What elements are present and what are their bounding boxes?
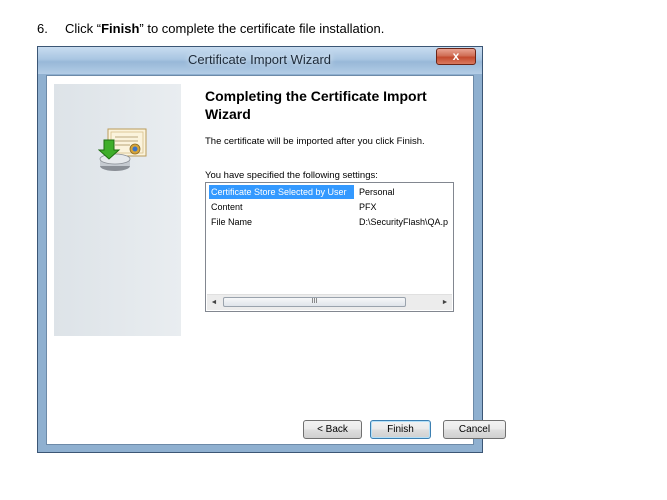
wizard-description: The certificate will be imported after y…	[205, 136, 425, 147]
step-number: 6.	[37, 21, 48, 36]
wizard-side-panel	[54, 84, 181, 336]
setting-key: File Name	[211, 217, 253, 227]
setting-key: Certificate Store Selected by User	[209, 185, 354, 199]
scroll-right-icon[interactable]: ►	[438, 295, 452, 310]
instruction-suffix: ” to complete the certificate file insta…	[139, 21, 385, 36]
setting-value: PFX	[359, 202, 377, 212]
instruction-prefix: Click “	[65, 21, 102, 36]
scroll-left-icon[interactable]: ◄	[207, 295, 221, 310]
certificate-import-icon	[98, 128, 147, 171]
back-button[interactable]: < Back	[303, 420, 362, 439]
settings-list[interactable]: Certificate Store Selected by User Perso…	[205, 182, 454, 312]
certificate-import-wizard-window: Certificate Import Wizard x Completing t…	[37, 46, 506, 453]
close-icon: x	[452, 49, 460, 63]
close-button[interactable]: x	[436, 48, 476, 65]
setting-value: Personal	[359, 187, 395, 197]
wizard-content: Completing the Certificate Import Wizard…	[46, 75, 474, 445]
setting-key: Content	[211, 202, 243, 212]
horizontal-scrollbar[interactable]: ◄ III ►	[207, 294, 452, 310]
settings-label: You have specified the following setting…	[205, 170, 378, 181]
cancel-button[interactable]: Cancel	[443, 420, 506, 439]
instruction-step: 6. Click “Finish” to complete the certifi…	[37, 21, 384, 36]
window-title: Certificate Import Wizard	[188, 52, 332, 67]
instruction-bold-finish: Finish	[101, 21, 140, 36]
finish-button[interactable]: Finish	[370, 420, 431, 439]
wizard-heading: Completing the Certificate Import Wizard	[205, 88, 427, 122]
setting-value: D:\SecurityFlash\QA.p	[359, 217, 449, 227]
scroll-thumb[interactable]: III	[223, 297, 406, 307]
title-bar[interactable]: Certificate Import Wizard x	[38, 47, 482, 74]
